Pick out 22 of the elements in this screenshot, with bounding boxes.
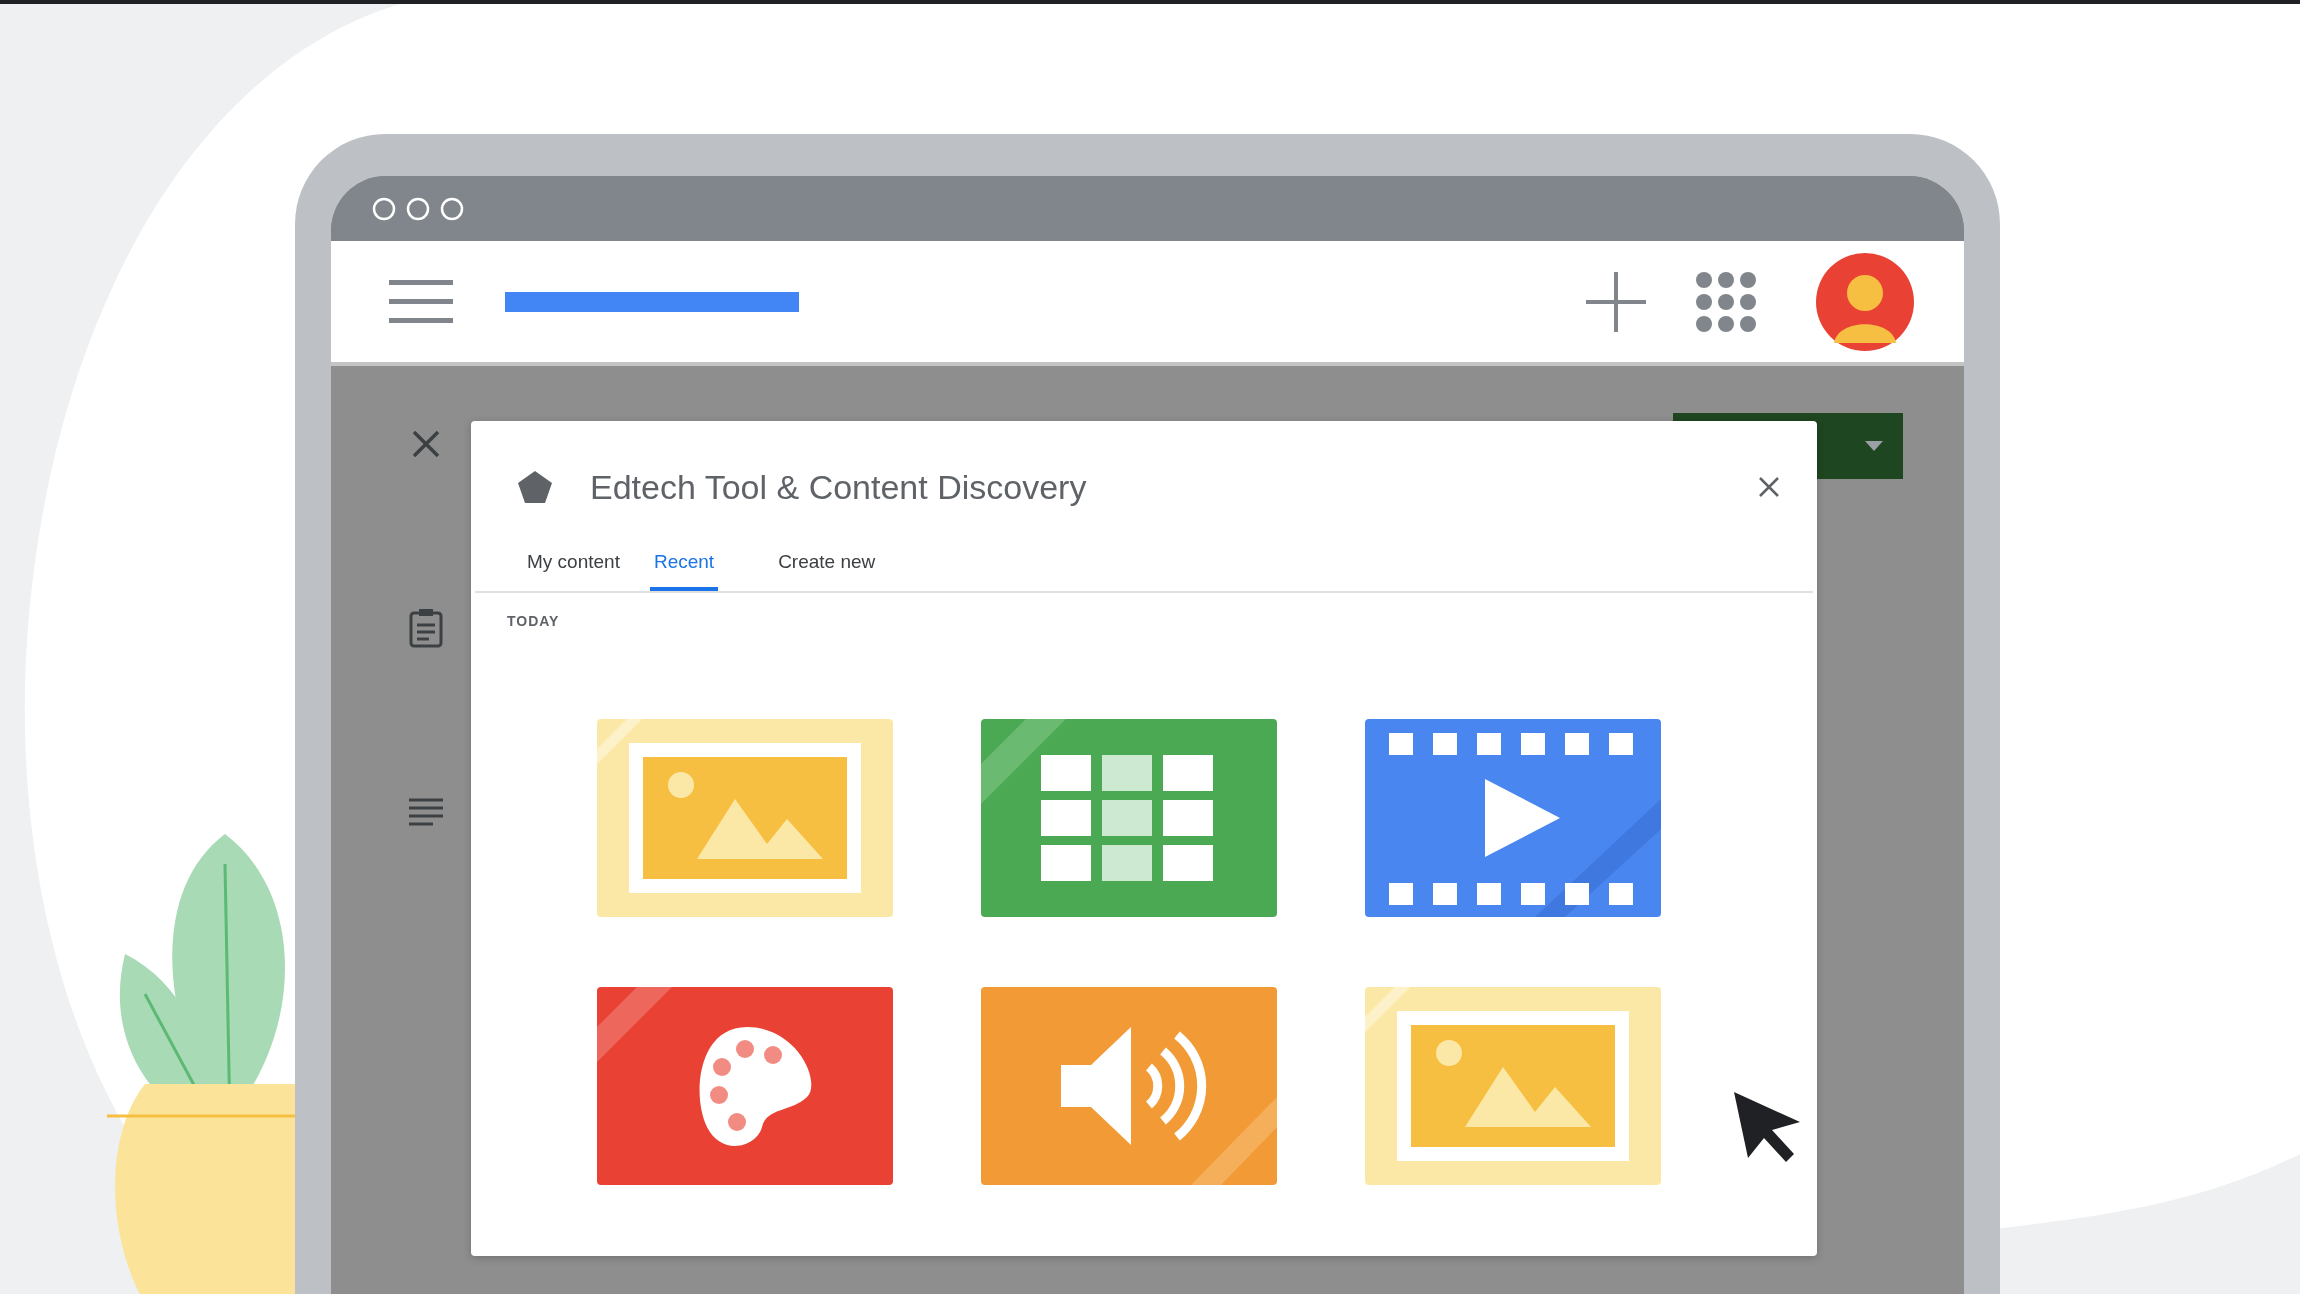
pentagon-icon — [518, 471, 552, 503]
tab[interactable]: Recent — [649, 545, 719, 591]
close-icon[interactable] — [412, 430, 440, 458]
audio-file-tile[interactable] — [981, 987, 1277, 1185]
dialog-title: Edtech Tool & Content Discovery — [590, 467, 1087, 507]
video-file-tile[interactable] — [1365, 719, 1661, 917]
plus-icon[interactable] — [1586, 271, 1646, 332]
text-lines-icon[interactable] — [409, 798, 443, 826]
cursor-icon — [1734, 1092, 1802, 1162]
menu-icon[interactable] — [389, 279, 453, 324]
image-file-tile[interactable] — [597, 719, 893, 917]
palette-file-tile[interactable] — [597, 987, 893, 1185]
image-file-tile[interactable] — [1365, 987, 1661, 1185]
caret-icon — [1865, 441, 1883, 451]
close-icon[interactable] — [1759, 477, 1779, 497]
section-label: TODAY — [506, 612, 561, 629]
spreadsheet-file-tile[interactable] — [981, 719, 1277, 917]
clipboard-icon[interactable] — [409, 608, 443, 648]
tab[interactable]: Create new — [774, 545, 880, 591]
tab[interactable]: My content — [523, 545, 624, 591]
apps-grid-icon[interactable] — [1696, 271, 1756, 332]
avatar-icon[interactable] — [1816, 252, 1914, 351]
